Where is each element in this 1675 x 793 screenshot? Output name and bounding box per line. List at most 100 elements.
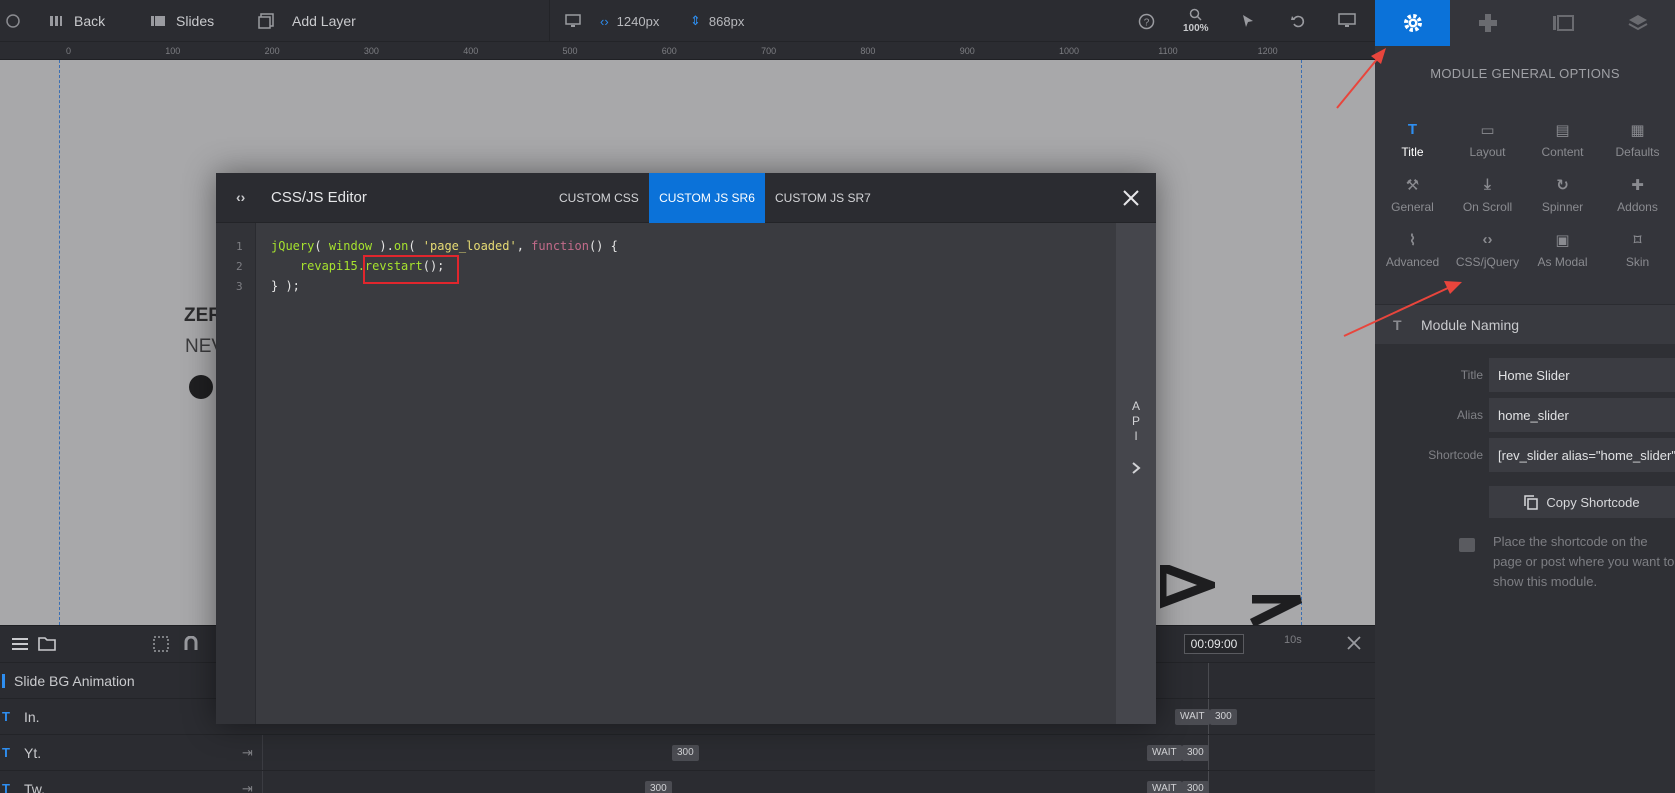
line-number: 1 bbox=[236, 240, 243, 253]
duration-badge[interactable]: 300 bbox=[1182, 745, 1209, 761]
help-button[interactable]: ? bbox=[1138, 0, 1155, 42]
option-defaults[interactable]: ▦ Defaults bbox=[1600, 121, 1675, 159]
module-naming-section[interactable]: T Module Naming bbox=[1375, 304, 1675, 344]
folder-icon[interactable] bbox=[38, 636, 56, 651]
wait-badge[interactable]: WAIT bbox=[1147, 745, 1182, 761]
row-divider bbox=[262, 735, 263, 771]
api-letter: I bbox=[1134, 429, 1138, 443]
option-addons[interactable]: ✚ Addons bbox=[1600, 176, 1675, 214]
grid-snap-icon[interactable] bbox=[153, 636, 169, 652]
module-options-panel: MODULE GENERAL OPTIONS T Title ▭ Layout ▤ Con… bbox=[1375, 46, 1675, 793]
canvas-glyph-layer[interactable] bbox=[1160, 565, 1215, 625]
option-title[interactable]: T Title bbox=[1375, 121, 1450, 159]
option-label: Advanced bbox=[1385, 255, 1440, 269]
close-icon[interactable] bbox=[1120, 187, 1142, 209]
option-advanced[interactable]: ⌇ Advanced bbox=[1375, 231, 1450, 269]
duration-badge[interactable]: 300 bbox=[645, 781, 672, 793]
wordpress-logo-icon[interactable] bbox=[6, 0, 20, 42]
spinner-icon: ↻ bbox=[1556, 177, 1569, 194]
ruler-tick: 300 bbox=[363, 46, 379, 56]
slides-button[interactable]: Slides bbox=[150, 0, 214, 42]
zoom-control[interactable]: 100% bbox=[1183, 0, 1209, 42]
option-label: Title bbox=[1401, 145, 1424, 159]
slide-settings-tab[interactable] bbox=[1525, 0, 1600, 46]
wait-badge[interactable]: WAIT bbox=[1175, 709, 1210, 725]
option-on-scroll[interactable]: ⤓ On Scroll bbox=[1450, 176, 1525, 214]
app-root: Back Slides Add Layer ‹› 1240px ⇕ 868px … bbox=[0, 0, 1675, 793]
option-label: Content bbox=[1541, 145, 1584, 159]
layers-tab[interactable] bbox=[1600, 0, 1675, 46]
code-editor[interactable]: 1 2 3 jQuery( window ).on( 'page_loaded'… bbox=[216, 223, 1116, 724]
timeline-row-label: Tw. bbox=[24, 781, 46, 793]
duration-badge[interactable]: 300 bbox=[1182, 781, 1209, 793]
undo-button[interactable] bbox=[1290, 0, 1306, 42]
duration-badge[interactable]: 300 bbox=[1210, 709, 1237, 725]
option-general[interactable]: ⚒ General bbox=[1375, 176, 1450, 214]
magnet-icon[interactable] bbox=[183, 636, 199, 652]
module-naming-form: Title Home Slider Alias home_slider Shor… bbox=[1375, 344, 1675, 793]
option-content[interactable]: ▤ Content bbox=[1525, 121, 1600, 159]
collapse-arrow-icon[interactable]: ⇥ bbox=[242, 781, 253, 793]
modal-icon: ▣ bbox=[1555, 232, 1570, 249]
ruler-tick: 600 bbox=[661, 46, 677, 56]
navigation-tab[interactable] bbox=[1450, 0, 1525, 46]
shortcode-label: Shortcode bbox=[1428, 448, 1483, 462]
gamepad-icon bbox=[1478, 14, 1497, 32]
revstart-highlight-annotation bbox=[363, 255, 459, 284]
option-layout[interactable]: ▭ Layout bbox=[1450, 121, 1525, 159]
list-icon[interactable] bbox=[12, 637, 28, 651]
info-icon bbox=[1459, 538, 1475, 552]
collapse-arrow-icon[interactable]: ⇥ bbox=[242, 745, 253, 761]
tab-custom-js-sr6[interactable]: CUSTOM JS SR6 bbox=[649, 173, 765, 223]
chart-icon: ⌇ bbox=[1408, 232, 1417, 249]
api-letter: A bbox=[1131, 399, 1140, 413]
device-desktop-button[interactable] bbox=[565, 0, 591, 42]
back-button[interactable]: Back bbox=[48, 0, 105, 42]
ruler-tick: 700 bbox=[761, 46, 777, 56]
text-layer-icon: T bbox=[2, 709, 10, 724]
timeline-row-label: Slide BG Animation bbox=[14, 673, 135, 689]
duration-badge[interactable]: 300 bbox=[672, 745, 699, 761]
close-timeline-icon[interactable] bbox=[1346, 635, 1362, 651]
ruler-tick: 100 bbox=[165, 46, 181, 56]
help-icon: ? bbox=[1138, 13, 1155, 29]
row-marker bbox=[2, 674, 5, 688]
code-token: revapi15. bbox=[271, 259, 365, 273]
height-value: 868px bbox=[708, 13, 745, 29]
alias-field[interactable]: home_slider bbox=[1489, 398, 1675, 432]
tab-custom-css[interactable]: CUSTOM CSS bbox=[549, 173, 649, 223]
current-time-display[interactable]: 00:09:00 bbox=[1184, 634, 1244, 654]
option-spinner[interactable]: ↻ Spinner bbox=[1525, 176, 1600, 214]
code-token: ( bbox=[408, 239, 423, 253]
canvas-glyph-layer-2[interactable] bbox=[1250, 595, 1305, 625]
option-skin[interactable]: ⌑ Skin bbox=[1600, 231, 1675, 269]
monitor-icon bbox=[565, 14, 581, 27]
copy-shortcode-button[interactable]: Copy Shortcode bbox=[1489, 486, 1675, 518]
option-as-modal[interactable]: ▣ As Modal bbox=[1525, 231, 1600, 269]
layers-icon bbox=[1628, 15, 1647, 31]
wait-badge[interactable]: WAIT bbox=[1147, 781, 1182, 793]
preview-button[interactable] bbox=[1338, 0, 1356, 42]
api-sidebar-toggle[interactable]: A P I bbox=[1116, 223, 1156, 724]
tab-custom-js-sr7[interactable]: CUSTOM JS SR7 bbox=[765, 173, 881, 223]
ruler-tick: 400 bbox=[463, 46, 479, 56]
width-readout[interactable]: ‹› 1240px bbox=[600, 0, 659, 42]
timeline-row-layer[interactable]: T Yt. ⇥ 300 WAIT 300 bbox=[0, 734, 1375, 771]
option-label: Addons bbox=[1617, 200, 1658, 214]
shortcode-field[interactable]: [rev_slider alias="home_slider"][/rev_sl… bbox=[1489, 438, 1675, 472]
select-tool-button[interactable] bbox=[1240, 0, 1256, 42]
code-token: on bbox=[393, 239, 409, 253]
code-token: 'page_loaded' bbox=[422, 239, 517, 253]
svg-text:?: ? bbox=[1144, 17, 1150, 28]
option-css-jquery[interactable]: ‹› CSS/jQuery bbox=[1450, 231, 1525, 269]
title-field[interactable]: Home Slider bbox=[1489, 358, 1675, 392]
copy-icon bbox=[1524, 494, 1539, 510]
module-settings-tab[interactable] bbox=[1375, 0, 1450, 46]
spotify-icon[interactable] bbox=[189, 375, 213, 399]
gear-icon bbox=[1403, 14, 1422, 32]
add-layer-button[interactable]: Add Layer bbox=[258, 0, 356, 42]
timeline-row-layer[interactable]: T Tw. ⇥ 300 WAIT 300 bbox=[0, 770, 1375, 793]
height-arrows-icon: ⇕ bbox=[690, 13, 701, 28]
height-readout[interactable]: ⇕ 868px bbox=[690, 0, 744, 42]
ruler-tick: 800 bbox=[860, 46, 876, 56]
